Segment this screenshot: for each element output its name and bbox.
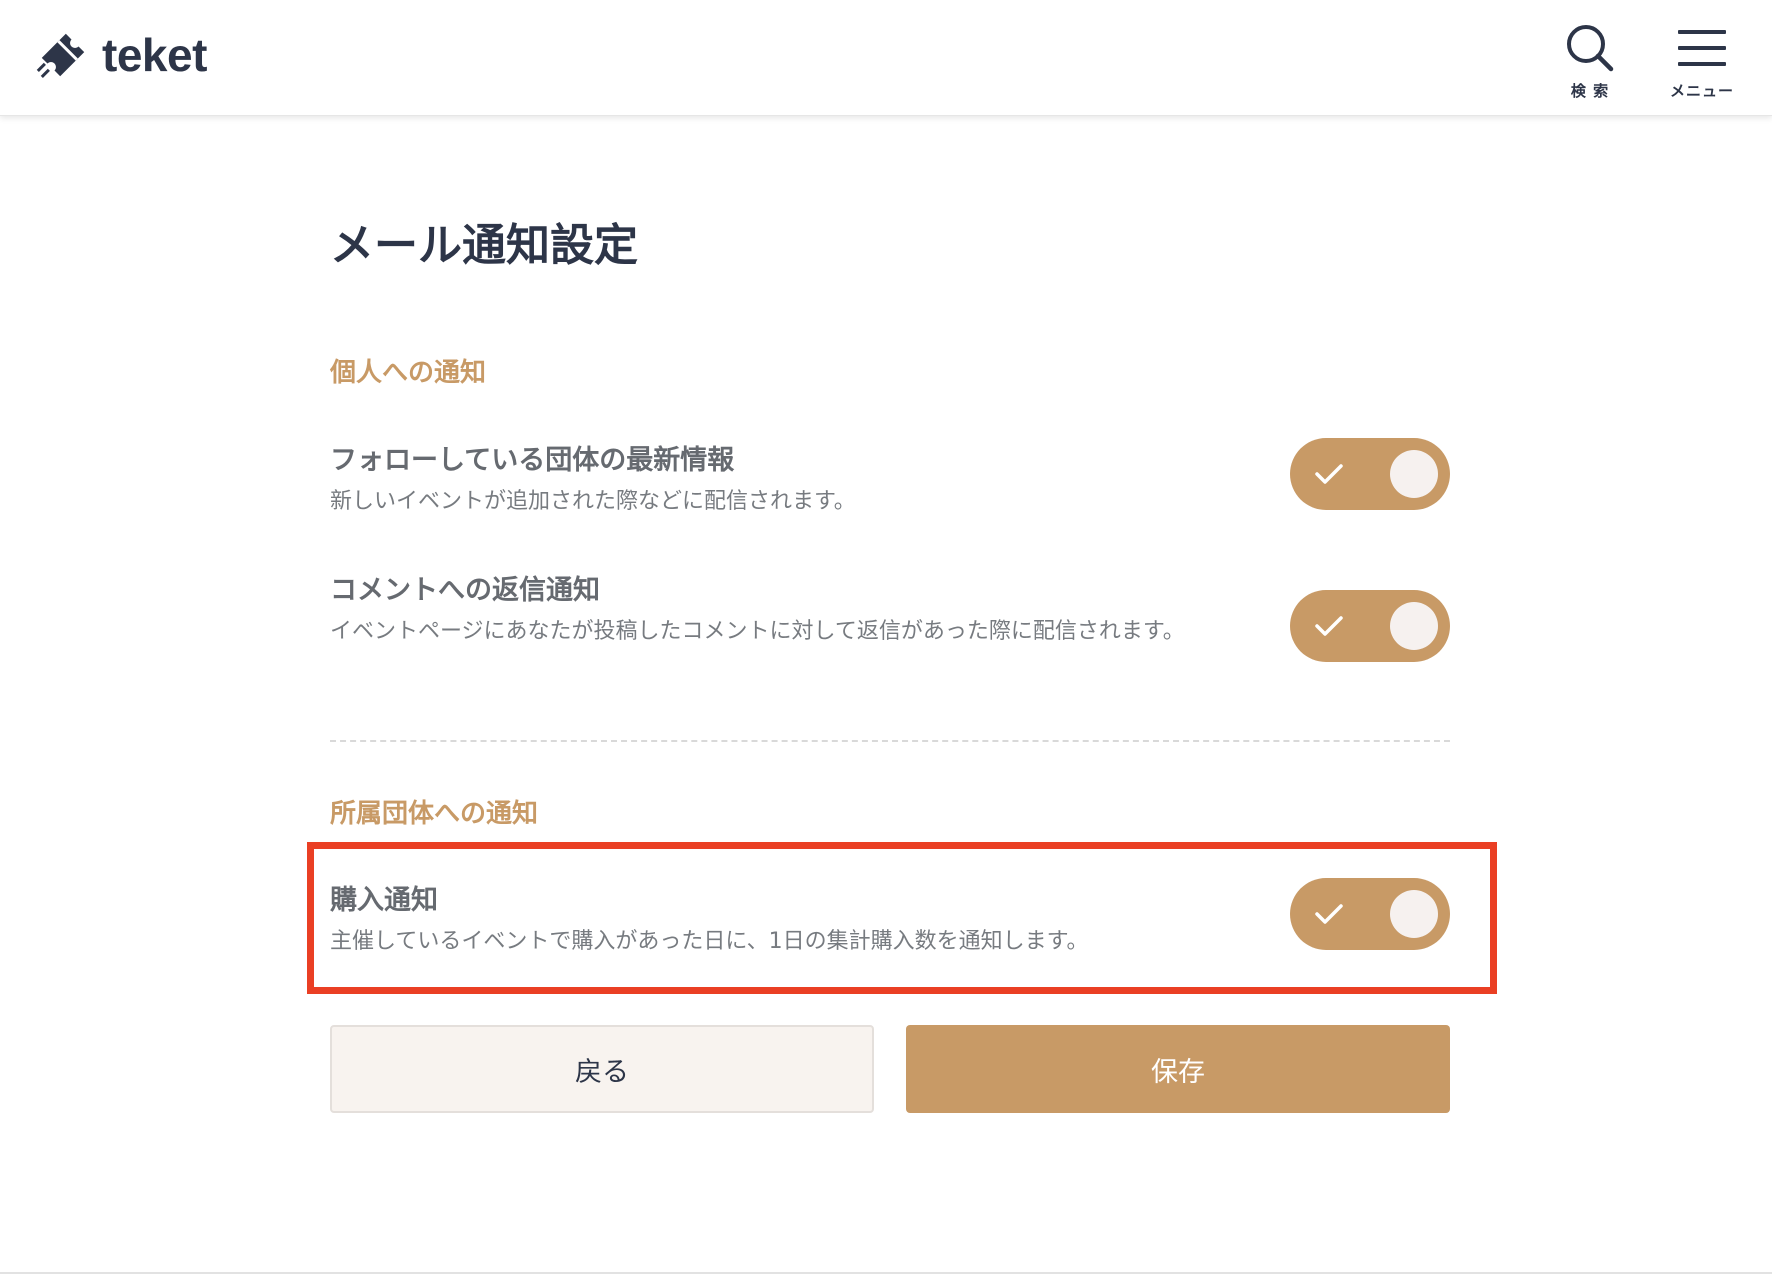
setting-description: 新しいイベントが追加された際などに配信されます。 [330,489,856,514]
section-title-organization: 所属団体への通知 [330,799,539,829]
setting-description: 主催しているイベントで購入があった日に、1日の集計購入数を通知します。 [330,929,1089,954]
check-icon [1315,904,1343,924]
check-icon [1315,464,1343,484]
page-title: メール通知設定 [330,220,638,271]
setting-title: コメントへの返信通知 [330,575,600,606]
toggle-knob [1390,450,1438,498]
comment-replies-toggle[interactable] [1290,590,1450,662]
footer-divider [0,1272,1772,1274]
logo-text: teket [102,29,207,81]
setting-row-purchase-notification: 購入通知 主催しているイベントで購入があった日に、1日の集計購入数を通知します。 [330,878,1450,963]
section-divider [330,740,1450,742]
setting-row-follow-updates: フォローしている団体の最新情報 新しいイベントが追加された際などに配信されます。 [330,438,1450,523]
setting-row-comment-replies: コメントへの返信通知 イベントページにあなたが投稿したコメントに対して返信があっ… [330,568,1450,662]
section-title-personal: 個人への通知 [330,358,487,388]
back-button[interactable]: 戻る [330,1025,874,1113]
site-header: teket 検 索 メニュー [0,0,1772,116]
setting-title: フォローしている団体の最新情報 [330,445,735,476]
menu-label: メニュー [1669,82,1734,100]
logo[interactable]: teket [32,24,207,86]
toggle-knob [1390,602,1438,650]
check-icon [1315,616,1343,636]
search-label: 検 索 [1570,82,1610,100]
hamburger-menu-icon [1678,30,1726,66]
save-button[interactable]: 保存 [906,1025,1450,1113]
search-icon [1567,25,1614,72]
ticket-logo-icon [36,33,85,78]
setting-description: イベントページにあなたが投稿したコメントに対して返信があった際に配信されます。 [330,619,1185,644]
setting-title: 購入通知 [330,885,438,916]
follow-updates-toggle[interactable] [1290,438,1450,510]
purchase-notification-toggle[interactable] [1290,878,1450,950]
toggle-knob [1390,890,1438,938]
search-button[interactable]: 検 索 [1550,22,1630,101]
menu-button[interactable]: メニュー [1662,22,1742,101]
